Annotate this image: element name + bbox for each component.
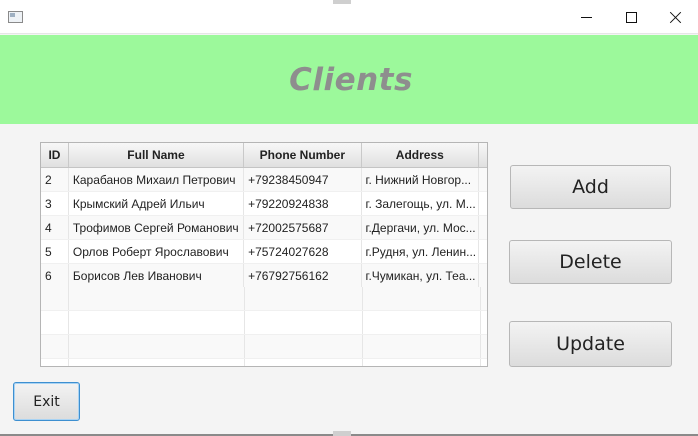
cell-filler [479, 168, 487, 191]
table-row[interactable]: 3 Крымский Адрей Ильич +79220924838 г. З… [41, 192, 487, 216]
empty-cell [363, 311, 481, 334]
cell-phone: +79220924838 [244, 192, 362, 215]
cell-address: г.Дергачи, ул. Мос... [362, 216, 480, 239]
column-header-full-name[interactable]: Full Name [69, 143, 245, 167]
cell-address: г.Чумикан, ул. Теа... [362, 264, 480, 287]
empty-cell [245, 359, 363, 366]
column-header-id[interactable]: ID [41, 143, 69, 167]
table-header: ID Full Name Phone Number Address [41, 143, 487, 168]
cell-id: 2 [41, 168, 69, 191]
maximize-button[interactable] [608, 0, 654, 34]
cell-phone: +76792756162 [244, 264, 362, 287]
column-header-filler [479, 143, 487, 167]
empty-cell [41, 311, 69, 334]
table-row[interactable]: 5 Орлов Роберт Ярославович +75724027628 … [41, 240, 487, 264]
header-banner: Clients [0, 35, 698, 124]
cell-phone: +79238450947 [244, 168, 362, 191]
empty-row [41, 359, 487, 366]
cell-address: г. Залегощь, ул. М... [362, 192, 480, 215]
exit-button[interactable]: Exit [13, 382, 80, 421]
cell-phone: +75724027628 [244, 240, 362, 263]
window-titlebar[interactable] [0, 0, 698, 34]
empty-row [41, 287, 487, 311]
empty-cell [69, 359, 245, 366]
cell-id: 3 [41, 192, 69, 215]
empty-row [41, 335, 487, 359]
cell-full-name: Карабанов Михаил Петрович [69, 168, 245, 191]
empty-cell [245, 287, 363, 310]
cell-id: 5 [41, 240, 69, 263]
empty-cell [363, 359, 481, 366]
empty-cell [69, 311, 245, 334]
cell-id: 4 [41, 216, 69, 239]
cell-filler [479, 192, 487, 215]
delete-button[interactable]: Delete [509, 240, 672, 284]
table-row[interactable]: 6 Борисов Лев Иванович +76792756162 г.Чу… [41, 264, 487, 288]
empty-row [41, 311, 487, 335]
column-header-phone-number[interactable]: Phone Number [244, 143, 362, 167]
table-row[interactable]: 4 Трофимов Сергей Романович +72002575687… [41, 216, 487, 240]
add-button[interactable]: Add [510, 165, 671, 209]
empty-cell [245, 335, 363, 358]
page-title: Clients [289, 61, 413, 98]
maximize-icon [625, 11, 637, 23]
column-header-address[interactable]: Address [362, 143, 480, 167]
close-button[interactable] [652, 0, 698, 34]
cell-full-name: Трофимов Сергей Романович [69, 216, 245, 239]
empty-table-area[interactable] [41, 287, 487, 366]
cell-full-name: Борисов Лев Иванович [69, 264, 245, 287]
update-button[interactable]: Update [509, 321, 672, 367]
close-icon [669, 11, 682, 24]
resize-notch-bottom [333, 431, 351, 436]
empty-cell [41, 335, 69, 358]
cell-full-name: Орлов Роберт Ярославович [69, 240, 245, 263]
table-row[interactable]: 2 Карабанов Михаил Петрович +79238450947… [41, 168, 487, 192]
cell-id: 6 [41, 264, 69, 287]
cell-filler [479, 264, 487, 287]
cell-phone: +72002575687 [244, 216, 362, 239]
empty-cell [363, 335, 481, 358]
resize-notch [333, 0, 351, 4]
empty-cell [41, 287, 69, 310]
empty-cell [69, 335, 245, 358]
cell-filler [479, 240, 487, 263]
clients-table[interactable]: ID Full Name Phone Number Address 2 Кара… [40, 142, 488, 367]
empty-cell [41, 359, 69, 366]
empty-cell [363, 287, 481, 310]
cell-address: г. Нижний Новгор... [362, 168, 480, 191]
empty-cell [69, 287, 245, 310]
cell-address: г.Рудня, ул. Ленин... [362, 240, 480, 263]
empty-cell [245, 311, 363, 334]
app-window-icon [8, 11, 23, 23]
minimize-button[interactable] [563, 0, 609, 34]
cell-filler [479, 216, 487, 239]
minimize-icon [580, 16, 592, 18]
cell-full-name: Крымский Адрей Ильич [69, 192, 245, 215]
